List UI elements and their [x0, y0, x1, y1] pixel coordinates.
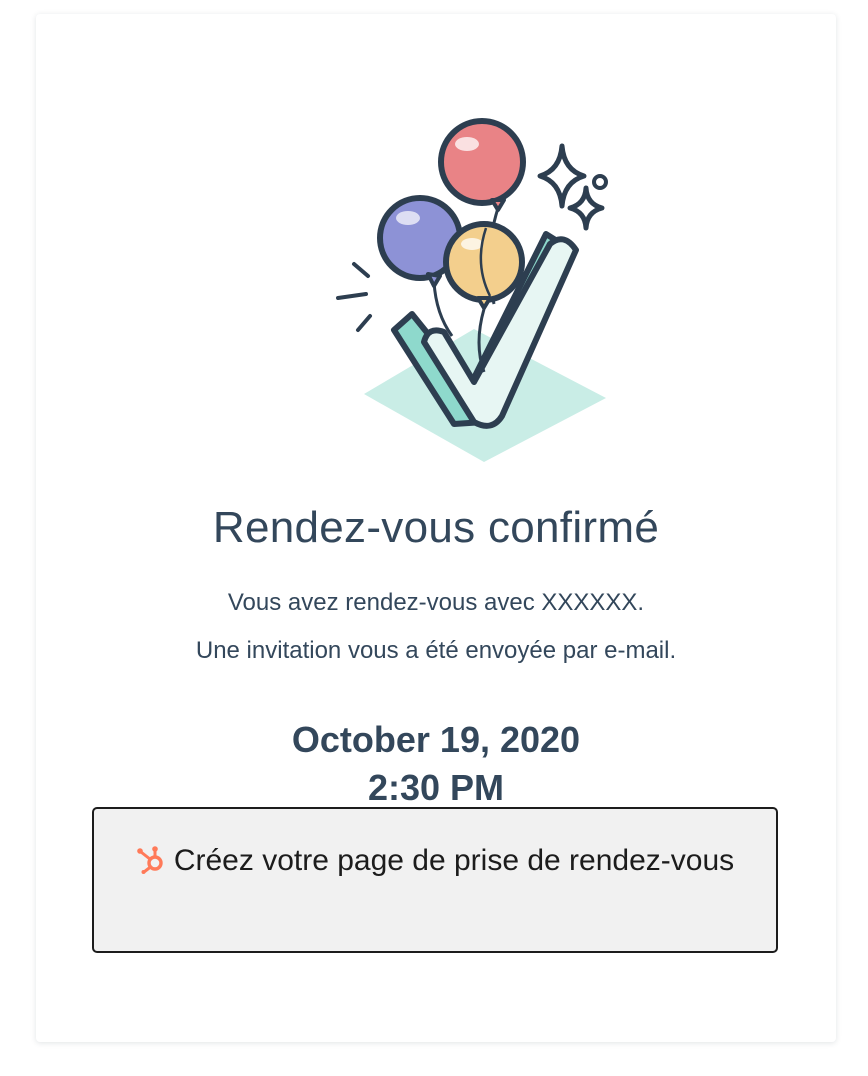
motion-line	[336, 292, 368, 300]
meeting-date: October 19, 2020	[291, 719, 581, 760]
hubspot-sprocket-icon	[137, 846, 163, 874]
cta-label: Créez votre page de prise de rendez-vous	[173, 844, 735, 877]
meeting-time: 2:30 PM	[367, 767, 505, 808]
balloons-checkmark-illustration	[336, 118, 608, 462]
sparkle-icon	[537, 143, 587, 209]
sparkle-dot	[592, 174, 608, 190]
sparkle-icon	[567, 185, 605, 231]
red-balloon	[438, 118, 526, 206]
cta-content: Créez votre page de prise de rendez-vous	[94, 837, 776, 885]
confirmation-card: Rendez-vous confirmé Vous avez rendez-vo…	[36, 14, 836, 1042]
host-info-text: Vous avez rendez-vous avec XXXXXX.	[227, 589, 645, 616]
confirmation-title: Rendez-vous confirmé	[212, 503, 660, 552]
create-meetings-page-button[interactable]: Créez votre page de prise de rendez-vous	[92, 807, 778, 953]
motion-line	[352, 262, 370, 278]
motion-line	[356, 314, 372, 332]
invitation-info-text: Une invitation vous a été envoyée par e-…	[195, 637, 677, 664]
